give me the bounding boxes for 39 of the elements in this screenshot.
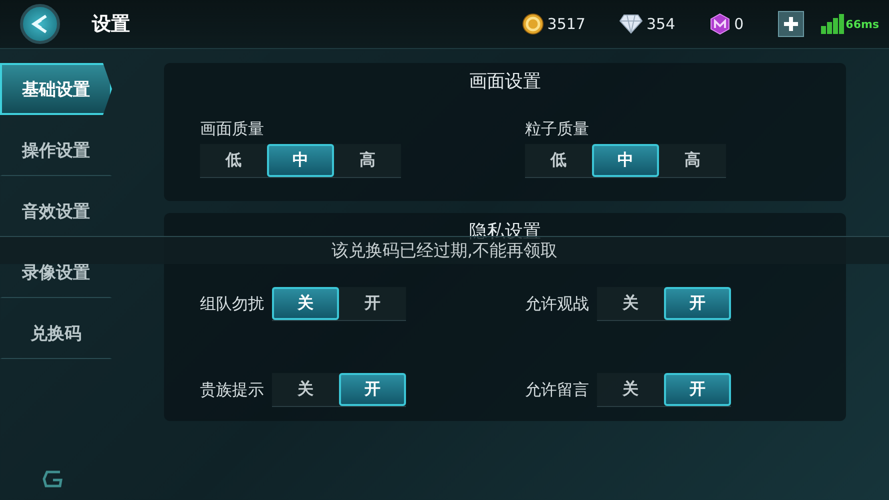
- ping-reading: 66ms: [846, 18, 879, 30]
- add-button[interactable]: [778, 11, 804, 37]
- option-button[interactable]: 关: [597, 287, 664, 320]
- setting-label: 画面质量: [200, 119, 264, 140]
- sidebar-tab[interactable]: 操作设置: [0, 124, 112, 176]
- option-button[interactable]: 开: [664, 373, 731, 406]
- option-button[interactable]: 高: [334, 144, 401, 177]
- option-button[interactable]: 高: [659, 144, 726, 177]
- sidebar-tab[interactable]: 兑换码: [0, 307, 112, 359]
- setting-label: 贵族提示: [200, 380, 264, 400]
- setting-label: 允许留言: [525, 380, 589, 400]
- option-button[interactable]: 关: [597, 373, 664, 406]
- coin-icon: [522, 13, 544, 35]
- logo-icon: [42, 470, 64, 488]
- setting-label: 允许观战: [525, 294, 589, 314]
- option-button[interactable]: 关: [272, 373, 339, 406]
- option-button[interactable]: 开: [339, 373, 406, 406]
- page-title: 设置: [92, 12, 130, 37]
- option-button[interactable]: 中: [267, 144, 334, 177]
- currency-amount: 0: [734, 15, 744, 33]
- back-button[interactable]: [20, 4, 60, 44]
- expired-code-toast: 该兑换码已经过期,不能再领取: [0, 236, 889, 264]
- option-button[interactable]: 关: [272, 287, 339, 320]
- option-button[interactable]: 开: [339, 287, 406, 320]
- option-button[interactable]: 低: [200, 144, 267, 177]
- section-title: 画面设置: [468, 70, 542, 93]
- setting-label: 组队勿扰: [200, 294, 264, 314]
- gem-icon: [709, 13, 732, 35]
- option-button[interactable]: 中: [592, 144, 659, 177]
- diamond-icon: [619, 14, 644, 34]
- signal-icon: [820, 14, 846, 34]
- currency-amount: 3517: [547, 15, 586, 33]
- option-button[interactable]: 低: [525, 144, 592, 177]
- option-button[interactable]: 开: [664, 287, 731, 320]
- plus-icon: [782, 16, 799, 32]
- setting-label: 粒子质量: [525, 119, 589, 140]
- chevron-left-icon: [31, 14, 49, 34]
- sidebar-tab[interactable]: 基础设置: [0, 63, 112, 115]
- currency-amount: 354: [646, 15, 676, 33]
